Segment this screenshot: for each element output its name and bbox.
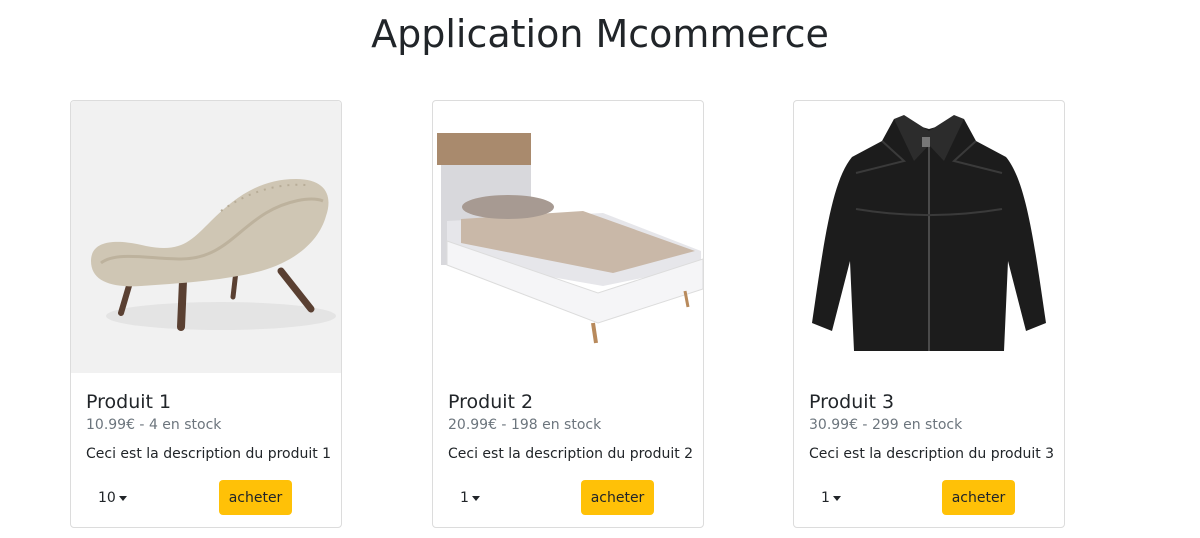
quantity-value: 1 bbox=[821, 490, 830, 506]
product-title: Produit 1 bbox=[86, 391, 172, 413]
buy-button[interactable]: acheter bbox=[219, 480, 292, 515]
product-price-stock: 20.99€ - 198 en stock bbox=[448, 417, 602, 433]
buy-button[interactable]: acheter bbox=[581, 480, 654, 515]
caret-down-icon bbox=[118, 495, 127, 501]
page-title: Application Mcommerce bbox=[371, 12, 829, 56]
chaise-longue-image bbox=[71, 101, 341, 373]
product-price-stock: 10.99€ - 4 en stock bbox=[86, 417, 222, 433]
product-description: Ceci est la description du produit 2 bbox=[448, 446, 694, 462]
quantity-select[interactable]: 10 bbox=[86, 481, 138, 515]
leather-jacket-image bbox=[794, 101, 1064, 373]
product-card-3: Produit 3 30.99€ - 299 en stock Ceci est… bbox=[793, 100, 1065, 528]
product-card-2: Produit 2 20.99€ - 198 en stock Ceci est… bbox=[432, 100, 704, 528]
product-description: Ceci est la description du produit 3 bbox=[809, 446, 1055, 462]
quantity-select[interactable]: 1 bbox=[809, 481, 861, 515]
caret-down-icon bbox=[471, 495, 480, 501]
quantity-value: 1 bbox=[460, 490, 469, 506]
product-card-1: Produit 1 10.99€ - 4 en stock Ceci est l… bbox=[70, 100, 342, 528]
product-description: Ceci est la description du produit 1 bbox=[86, 446, 332, 462]
buy-button[interactable]: acheter bbox=[942, 480, 1015, 515]
quantity-select[interactable]: 1 bbox=[448, 481, 500, 515]
product-price-stock: 30.99€ - 299 en stock bbox=[809, 417, 963, 433]
caret-down-icon bbox=[832, 495, 841, 501]
product-title: Produit 2 bbox=[448, 391, 534, 413]
quantity-value: 10 bbox=[98, 490, 116, 506]
product-title: Produit 3 bbox=[809, 391, 895, 413]
bed-image bbox=[433, 101, 703, 373]
